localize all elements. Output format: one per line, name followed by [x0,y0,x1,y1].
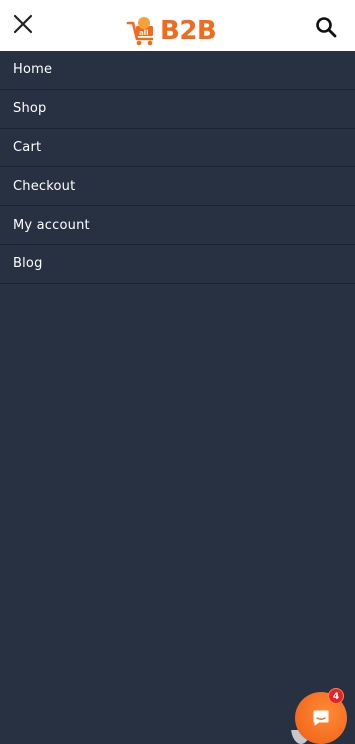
cart-logo-icon: all [126,17,154,46]
search-icon [316,17,337,38]
menu-item-label: My account [13,217,90,233]
logo-text: B2B [160,16,217,46]
close-menu-button[interactable] [12,13,34,35]
chat-notification-badge: 4 [328,688,344,704]
site-logo[interactable]: all B2B [126,14,232,48]
mobile-menu: Home Shop Cart Checkout My account Blog [0,51,355,284]
search-button[interactable] [315,16,337,38]
menu-item-label: Shop [13,101,47,117]
menu-item-my-account[interactable]: My account [0,206,355,245]
top-header: all B2B [0,0,355,51]
chat-widget: 4 [291,688,347,744]
menu-item-label: Home [13,62,53,78]
chat-bubble-icon [313,710,329,726]
menu-item-label: Cart [13,139,42,155]
menu-item-blog[interactable]: Blog [0,245,355,284]
menu-item-label: Blog [13,256,43,272]
menu-item-checkout[interactable]: Checkout [0,167,355,207]
close-icon [13,14,33,34]
svg-text:all: all [139,29,149,37]
menu-item-label: Checkout [13,178,76,194]
menu-item-shop[interactable]: Shop [0,90,355,129]
menu-item-home[interactable]: Home [0,51,355,90]
menu-item-cart[interactable]: Cart [0,129,355,168]
